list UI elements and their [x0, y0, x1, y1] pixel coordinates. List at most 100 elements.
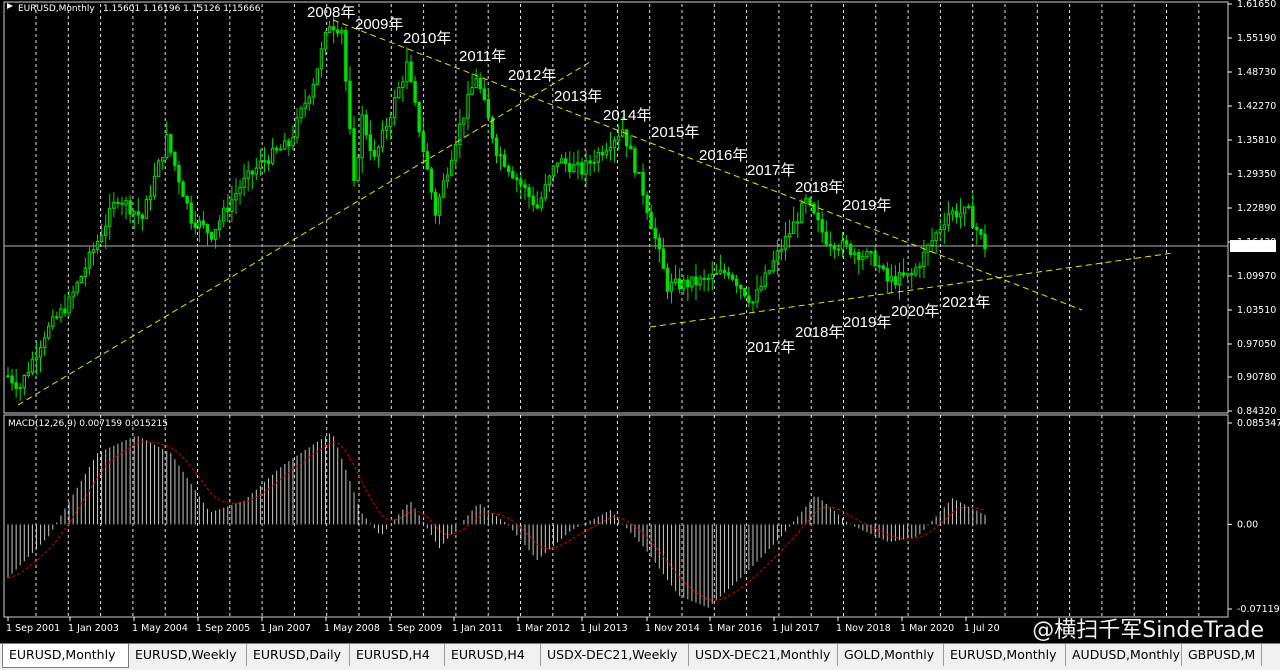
- candle-body: [971, 205, 975, 228]
- candle-body: [519, 179, 523, 186]
- candle-body: [930, 240, 934, 246]
- candle-body: [42, 337, 47, 348]
- symbol-icon: [7, 3, 13, 9]
- candle-body: [144, 199, 149, 219]
- candle-body: [250, 170, 254, 175]
- chart-tab[interactable]: GBPUSD,M: [1182, 644, 1262, 666]
- candle-body: [254, 167, 259, 175]
- time-label: 1 Jan 2007: [260, 623, 311, 634]
- candlestick-series: [6, 15, 987, 401]
- candle-body: [673, 278, 678, 283]
- chart-tab[interactable]: USDX-DEC21,Weekly: [541, 644, 689, 666]
- candle-body: [38, 346, 43, 358]
- candle-body: [661, 248, 666, 269]
- candle-body: [901, 272, 906, 276]
- candle-body: [592, 161, 596, 164]
- candle-body: [877, 265, 881, 268]
- candle-body: [584, 160, 588, 175]
- candle-body: [836, 248, 841, 251]
- candle-body: [555, 162, 560, 167]
- candle-body: [535, 204, 539, 209]
- candle-body: [160, 157, 165, 162]
- candle-body: [445, 174, 450, 182]
- candle-body: [466, 94, 470, 119]
- price-tick-label: 1.55190: [1237, 33, 1276, 44]
- trendline: [332, 19, 1083, 311]
- candle-body: [677, 278, 682, 290]
- candle-body: [511, 171, 515, 179]
- candle-body: [588, 160, 592, 164]
- candle-body: [828, 243, 833, 247]
- candle-body: [458, 123, 462, 145]
- candle-body: [348, 80, 352, 130]
- year-annotation-upper: 2019年: [843, 197, 891, 214]
- chart-tab[interactable]: EURUSD,Monthly: [944, 644, 1066, 666]
- candle-body: [710, 273, 714, 280]
- candle-body: [388, 117, 393, 128]
- candle-body: [612, 139, 617, 149]
- time-label: 1 Sep 2005: [196, 623, 250, 634]
- candle-body: [108, 207, 112, 227]
- candle-body: [722, 269, 727, 274]
- candle-body: [873, 251, 877, 267]
- year-annotation-upper: 2009年: [355, 16, 403, 33]
- candle-body: [857, 252, 861, 261]
- candle-body: [99, 234, 104, 242]
- candle-body: [486, 98, 491, 119]
- candle-body: [287, 140, 291, 147]
- candle-body: [270, 147, 275, 164]
- chart-tab[interactable]: EURUSD,H4: [445, 644, 541, 666]
- candle-body: [112, 201, 116, 209]
- candle-body: [181, 181, 185, 197]
- candle-body: [747, 295, 751, 303]
- candle-body: [914, 267, 918, 276]
- chart-tab[interactable]: USDX-DEC21,Monthly: [689, 644, 838, 666]
- candle-body: [812, 203, 816, 214]
- time-label: 1 Nov 2018: [836, 623, 891, 634]
- candle-body: [59, 308, 63, 318]
- candle-body: [71, 291, 75, 298]
- candle-body: [665, 267, 670, 292]
- price-tick-label: 1.22890: [1237, 203, 1276, 214]
- candle-body: [95, 240, 100, 251]
- candle-body: [527, 187, 531, 197]
- time-label: 1 May 2008: [324, 623, 380, 634]
- candle-body: [413, 81, 417, 103]
- chart-tabs-bar: EURUSD,Monthly EURUSD,Weekly EURUSD,Daily E…: [0, 643, 1280, 670]
- candle-body: [470, 87, 474, 96]
- chart-canvas[interactable]: 1.61650 1.55190 1.48730 1.42270 1.35810 1.293…: [0, 0, 1280, 643]
- candle-body: [706, 277, 710, 280]
- candle-body: [450, 159, 454, 176]
- chart-tab[interactable]: EURUSD,H4: [350, 644, 445, 666]
- candle-body: [897, 272, 902, 286]
- candle-body: [926, 244, 930, 253]
- candle-body: [437, 196, 442, 216]
- candle-body: [779, 248, 784, 252]
- candle-body: [551, 165, 556, 177]
- year-annotation-upper: 2012年: [508, 67, 556, 84]
- chart-tab[interactable]: EURUSD,Monthly: [2, 644, 129, 668]
- candle-body: [682, 279, 686, 290]
- candle-body: [197, 220, 202, 229]
- candle-body: [152, 175, 157, 197]
- candle-body: [311, 83, 316, 98]
- candle-body: [246, 170, 250, 179]
- chart-tab[interactable]: EURUSD,Daily: [247, 644, 350, 666]
- candle-body: [759, 285, 763, 291]
- chart-tab[interactable]: GOLD,Monthly: [838, 644, 944, 666]
- candle-body: [576, 162, 580, 165]
- candle-body: [421, 131, 425, 153]
- candle-body: [568, 163, 572, 173]
- candle-body: [950, 210, 955, 215]
- candle-body: [698, 277, 702, 286]
- chart-tab[interactable]: AUDUSD,Monthly: [1066, 644, 1182, 666]
- candle-body: [596, 152, 600, 163]
- price-tick-label: 1.03510: [1237, 305, 1276, 316]
- candle-body: [494, 137, 499, 156]
- candle-body: [356, 157, 360, 182]
- candle-body: [983, 233, 987, 250]
- candle-body: [51, 316, 55, 327]
- chart-tab[interactable]: EURUSD,Weekly: [129, 644, 247, 666]
- candle-body: [767, 270, 771, 274]
- candle-body: [185, 195, 189, 204]
